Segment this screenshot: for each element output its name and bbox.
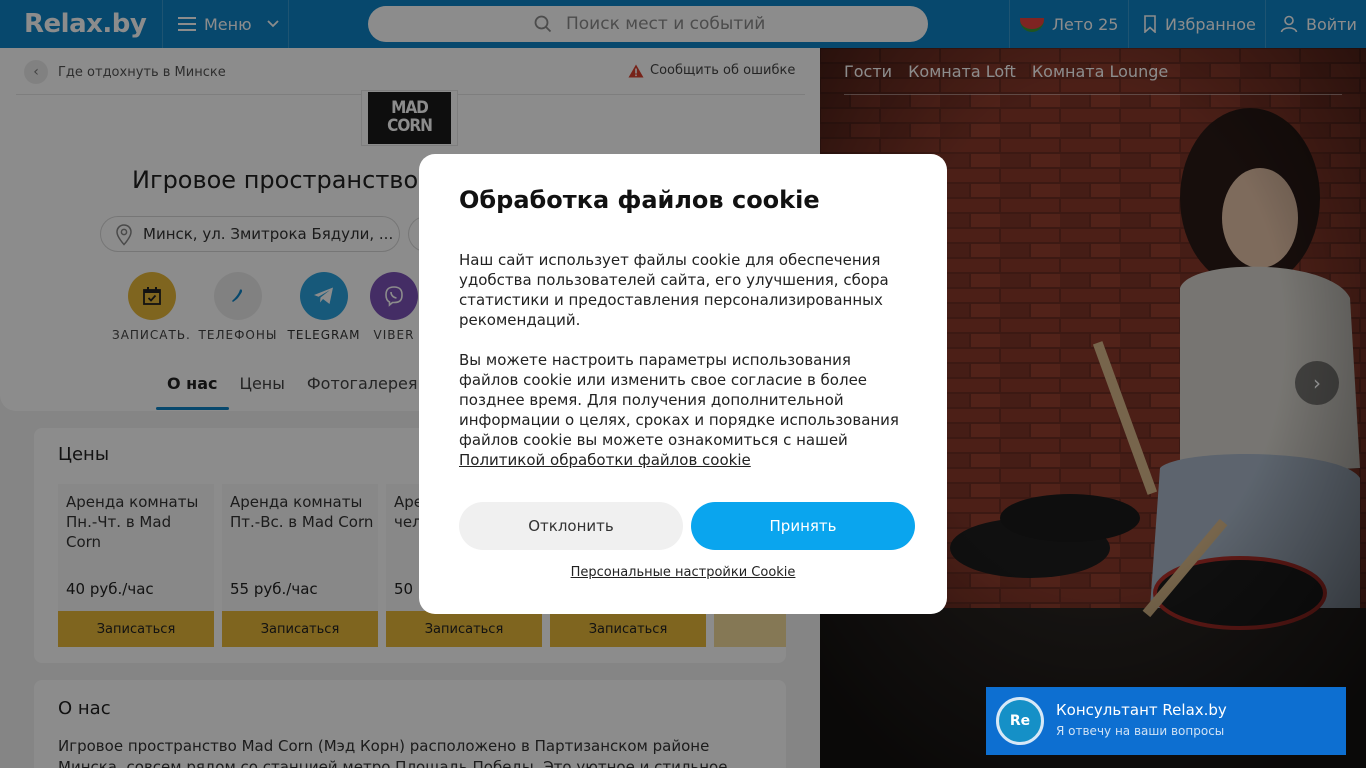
chat-subtitle: Я отвечу на ваши вопросы: [1056, 724, 1225, 738]
cookie-policy-link[interactable]: Политикой обработки файлов cookie: [459, 451, 751, 469]
chat-title: Консультант Relax.by: [1056, 701, 1227, 719]
decline-button[interactable]: Отклонить: [459, 502, 683, 550]
chat-widget[interactable]: Re Консультант Relax.by Я отвечу на ваши…: [986, 687, 1346, 755]
cookie-text-2: Вы можете настроить параметры использова…: [459, 350, 909, 470]
cookie-text-1: Наш сайт использует файлы cookie для обе…: [459, 251, 889, 329]
accept-button[interactable]: Принять: [691, 502, 915, 550]
cookie-settings-link[interactable]: Персональные настройки Cookie: [419, 565, 947, 580]
chat-avatar: Re: [996, 697, 1044, 745]
cookie-title: Обработка файлов cookie: [459, 186, 820, 214]
cookie-text-2-body: Вы можете настроить параметры использова…: [459, 351, 899, 449]
cookie-dialog: Обработка файлов cookie Наш сайт использ…: [419, 154, 947, 614]
